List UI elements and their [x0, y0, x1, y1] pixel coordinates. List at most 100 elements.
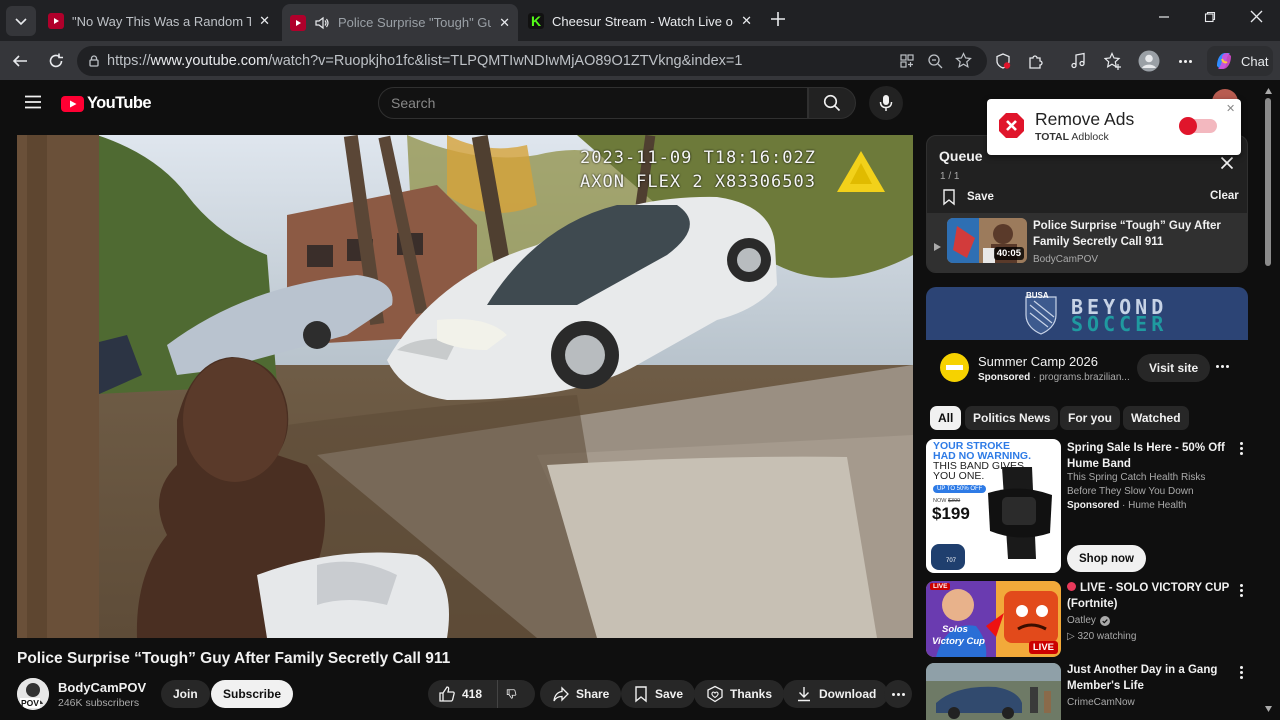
restore-button[interactable] — [1204, 10, 1216, 26]
scroll-down-icon[interactable] — [1265, 706, 1272, 712]
ad-title[interactable]: Summer Camp 2026 — [978, 354, 1098, 369]
app-available-icon[interactable] — [899, 53, 915, 73]
media-controls-button[interactable] — [1067, 50, 1089, 72]
close-icon — [1220, 156, 1234, 170]
extensions-button[interactable] — [1025, 50, 1047, 72]
channel-name[interactable]: BodyCamPOV — [58, 680, 146, 695]
video-more-button[interactable] — [1234, 666, 1248, 680]
download-button[interactable]: Download — [783, 680, 889, 708]
chip-for-you[interactable]: For you — [1060, 406, 1120, 430]
bodycam-timestamp: 2023-11-09 T18:16:02Z — [580, 148, 816, 168]
bodycam-device-id: AXON FLEX 2 X83306503 — [580, 172, 816, 192]
guide-menu-button[interactable] — [24, 95, 42, 114]
ad-more-button[interactable] — [1216, 365, 1229, 368]
banner-logo-text: BUSA — [1026, 291, 1049, 300]
shop-now-button[interactable]: Shop now — [1067, 545, 1146, 572]
copilot-chat-button[interactable]: Chat — [1207, 46, 1273, 76]
sponsored-video-item[interactable]: YOUR STROKE HAD NO WARNING. THIS BAND GI… — [926, 439, 1248, 573]
speaker-icon[interactable] — [314, 15, 330, 31]
save-queue-button[interactable]: Save — [941, 188, 994, 206]
profile-button[interactable] — [1138, 50, 1160, 72]
close-tab-icon[interactable]: ✕ — [499, 15, 510, 31]
queue-item[interactable]: 40:05 Police Surprise “Tough” Guy After … — [927, 213, 1247, 272]
advertiser-logo[interactable] — [940, 353, 969, 382]
remove-ads-toggle[interactable] — [1179, 117, 1217, 135]
minimize-button[interactable] — [1158, 10, 1170, 26]
hamburger-menu-icon — [25, 95, 41, 109]
scrollbar-thumb[interactable] — [1265, 98, 1271, 266]
chip-politics-news[interactable]: Politics News — [965, 406, 1059, 430]
tab-cheesur-stream[interactable]: K Cheesur Stream - Watch Live on Kick ✕ — [520, 6, 760, 36]
sponsored-thumbnail: YOUR STROKE HAD NO WARNING. THIS BAND GI… — [926, 439, 1061, 573]
save-button[interactable]: Save — [621, 680, 696, 708]
hume-band-image — [988, 467, 1052, 559]
kick-favicon-icon: K — [528, 13, 544, 29]
close-window-button[interactable] — [1250, 10, 1263, 26]
chip-watched[interactable]: Watched — [1123, 406, 1189, 430]
more-actions-button[interactable] — [884, 680, 912, 708]
video-item[interactable]: Just Another Day in a Gang Member's Life… — [926, 663, 1248, 720]
settings-more-button[interactable] — [1174, 50, 1196, 72]
chevron-down-icon — [15, 18, 27, 26]
reload-button[interactable] — [45, 50, 67, 72]
back-button[interactable] — [9, 50, 31, 72]
music-note-icon — [1071, 52, 1085, 69]
zoom-icon[interactable] — [927, 53, 943, 73]
thanks-button[interactable]: Thanks — [694, 680, 785, 708]
page-scrollbar[interactable] — [1263, 86, 1273, 716]
adblock-brand: TOTAL Adblock — [1035, 131, 1109, 143]
share-button[interactable]: Share — [540, 680, 622, 708]
like-button[interactable]: 418 — [428, 680, 497, 708]
dislike-button[interactable] — [497, 680, 535, 708]
address-bar[interactable]: https://www.youtube.com/watch?v=Ruopkjho… — [77, 46, 987, 76]
subscriber-count: 246K subscribers — [58, 697, 140, 709]
close-tab-icon[interactable]: ✕ — [259, 13, 270, 29]
youtube-logo[interactable]: YouTube — [61, 94, 152, 113]
sponsored-more-button[interactable] — [1234, 442, 1248, 456]
visit-site-button[interactable]: Visit site — [1137, 354, 1211, 382]
live-dot-icon — [1067, 582, 1076, 591]
bookmark-star-icon[interactable] — [955, 52, 972, 73]
scroll-up-icon[interactable] — [1265, 88, 1272, 94]
chip-all[interactable]: All — [930, 406, 962, 430]
video-title: Just Another Day in a Gang Member's Life — [1067, 664, 1218, 692]
new-tab-button[interactable] — [768, 9, 788, 34]
extension-adblock-button[interactable] — [992, 50, 1014, 72]
thumbs-down-icon — [506, 689, 517, 699]
shield-icon — [996, 53, 1011, 69]
more-horizontal-icon — [1216, 365, 1229, 368]
download-icon — [798, 687, 810, 702]
queue-panel: Queue 1 / 1 Save Clear 40:05 Police Surp… — [926, 135, 1248, 273]
more-vertical-icon — [1234, 584, 1248, 597]
more-vertical-icon — [1234, 666, 1248, 679]
close-tab-icon[interactable]: ✕ — [741, 13, 752, 29]
video-more-button[interactable] — [1234, 584, 1248, 598]
arrow-left-icon — [12, 55, 27, 67]
subscribe-button[interactable]: Subscribe — [211, 680, 294, 708]
ad-banner[interactable]: BUSA BEYOND SOCCER — [926, 287, 1248, 340]
tab-traffic-stop[interactable]: "No Way This Was a Random Traffic Stop" … — [40, 6, 278, 36]
favorites-button[interactable] — [1102, 50, 1124, 72]
site-info-icon[interactable] — [87, 54, 101, 72]
clear-queue-button[interactable]: Clear — [1210, 190, 1239, 202]
copilot-icon — [1217, 53, 1231, 69]
more-horizontal-icon — [891, 692, 905, 696]
video-player[interactable]: 2023-11-09 T18:16:02Z AXON FLEX 2 X83306… — [17, 135, 913, 638]
search-input[interactable]: Search — [378, 87, 808, 119]
watch-face-icon — [931, 544, 965, 570]
join-button[interactable]: Join — [161, 680, 210, 708]
bookmark-icon — [635, 686, 647, 703]
video-item[interactable]: LIVE Solos Victory Cup LIVE LIVE - SOLO … — [926, 581, 1248, 657]
close-queue-button[interactable] — [1220, 156, 1234, 175]
plus-icon — [771, 12, 785, 26]
channel-avatar[interactable]: POV — [17, 678, 49, 710]
voice-search-button[interactable] — [869, 86, 903, 120]
video-meta: ▷ 320 watching — [1067, 631, 1137, 642]
tab-police-surprise[interactable]: Police Surprise "Tough" Guy After Family… — [282, 4, 518, 41]
close-popup-icon[interactable]: ✕ — [1226, 102, 1235, 115]
search-button[interactable] — [808, 87, 856, 119]
save-playlist-icon — [943, 189, 955, 206]
tab-list-button[interactable] — [6, 6, 36, 36]
queue-item-channel: BodyCamPOV — [1033, 254, 1099, 265]
ad-info: Summer Camp 2026 Sponsored · programs.br… — [926, 340, 1248, 396]
